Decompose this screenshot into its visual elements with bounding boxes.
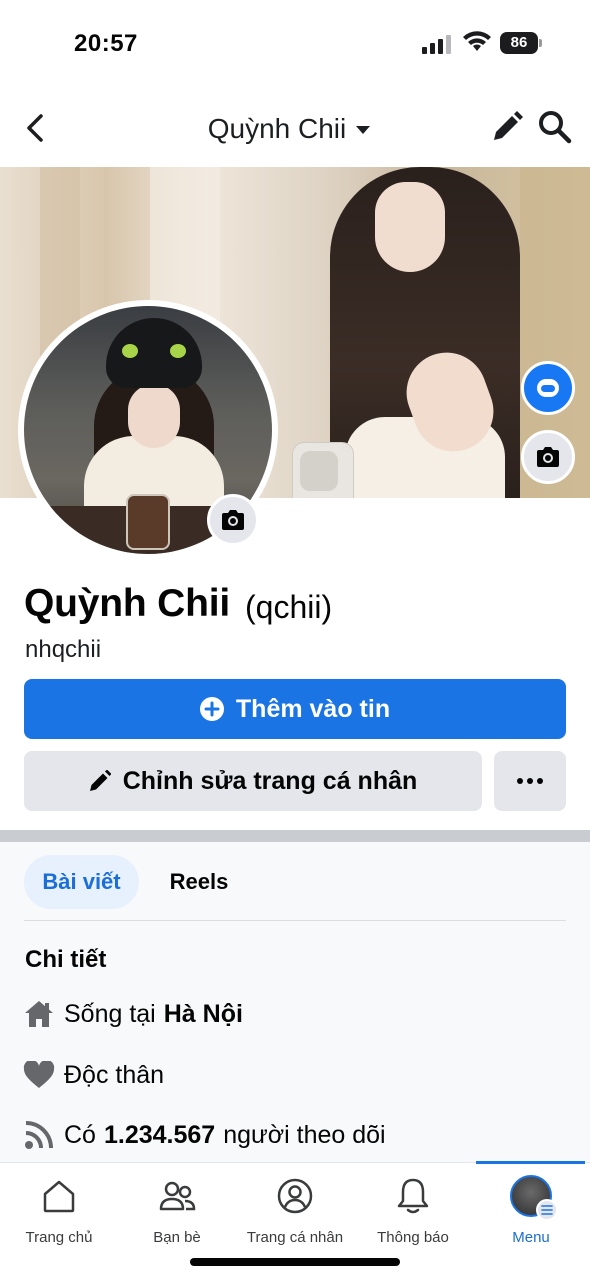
profile-camera-button[interactable] <box>207 494 259 546</box>
caret-down-icon <box>356 126 371 134</box>
nav-home-label: Trang chủ <box>25 1229 93 1246</box>
nav-notifications-label: Thông báo <box>377 1229 449 1246</box>
back-button[interactable] <box>20 110 52 146</box>
detail-relationship: Độc thân <box>22 1058 164 1092</box>
lives-prefix: Sống tại <box>64 999 156 1028</box>
profile-nav-bar: Quỳnh Chii <box>0 100 590 158</box>
profile-switcher[interactable]: Quỳnh Chii <box>160 106 418 152</box>
battery-icon: 86 <box>500 32 542 54</box>
more-dots-icon <box>517 778 523 784</box>
profile-username: nhqchii <box>25 636 102 663</box>
followers-count: 1.234.567 <box>103 1120 216 1149</box>
nav-friends-label: Bạn bè <box>153 1229 201 1246</box>
status-time: 20:57 <box>74 30 138 57</box>
tab-reels[interactable]: Reels <box>150 855 248 909</box>
edit-profile-button[interactable]: Chỉnh sửa trang cá nhân <box>24 751 482 811</box>
followers-suffix: người theo dõi <box>223 1120 386 1149</box>
bell-icon <box>392 1175 434 1217</box>
wifi-icon <box>463 31 491 51</box>
search-icon[interactable] <box>537 109 573 145</box>
edit-icon[interactable] <box>490 110 524 144</box>
nav-home[interactable]: Trang chủ <box>0 1175 118 1246</box>
relationship-status: Độc thân <box>64 1060 165 1089</box>
camera-icon <box>537 447 559 467</box>
friends-icon <box>156 1175 198 1217</box>
profile-alternate-name: (qchii) <box>245 589 333 625</box>
nav-profile[interactable]: Trang cá nhân <box>236 1175 354 1246</box>
nav-menu[interactable]: Menu <box>472 1175 590 1246</box>
home-indicator <box>190 1258 400 1266</box>
pencil-icon <box>89 770 111 791</box>
tab-posts[interactable]: Bài viết <box>24 855 139 909</box>
detail-followers[interactable]: Có 1.234.567 người theo dõi <box>22 1118 386 1152</box>
cellular-signal-icon <box>422 35 451 54</box>
nav-menu-label: Menu <box>512 1229 550 1246</box>
tabs-divider <box>24 920 566 921</box>
followers-prefix: Có <box>64 1120 96 1149</box>
active-tab-indicator <box>476 1161 585 1164</box>
menu-avatar <box>510 1175 558 1221</box>
menu-icon <box>536 1199 558 1221</box>
nav-notifications[interactable]: Thông báo <box>354 1175 472 1246</box>
detail-lives-in: Sống tại Hà Nội <box>22 997 243 1031</box>
profile-icon <box>274 1175 316 1217</box>
rss-icon <box>22 1118 56 1152</box>
add-to-story-label: Thêm vào tin <box>235 694 391 723</box>
nav-title: Quỳnh Chii <box>207 113 347 144</box>
plus-circle-icon <box>199 697 224 721</box>
edit-profile-label: Chỉnh sửa trang cá nhân <box>122 766 418 795</box>
heart-icon <box>22 1058 56 1092</box>
more-options-button[interactable] <box>494 751 566 811</box>
nav-profile-label: Trang cá nhân <box>246 1229 344 1246</box>
add-to-story-button[interactable]: Thêm vào tin <box>24 679 566 739</box>
avatar-icon <box>537 379 559 397</box>
camera-icon <box>222 510 244 530</box>
home-icon <box>38 1175 80 1217</box>
home-icon <box>22 997 56 1031</box>
section-divider <box>0 830 590 842</box>
details-title: Chi tiết <box>25 946 107 973</box>
status-bar: 20:57 86 <box>0 0 590 90</box>
avatar-creator-button[interactable] <box>521 361 575 415</box>
profile-name: Quỳnh Chii <box>24 582 230 625</box>
cover-camera-button[interactable] <box>521 430 575 484</box>
battery-level: 86 <box>500 32 538 54</box>
lives-value[interactable]: Hà Nội <box>164 1000 243 1029</box>
nav-friends[interactable]: Bạn bè <box>118 1175 236 1246</box>
